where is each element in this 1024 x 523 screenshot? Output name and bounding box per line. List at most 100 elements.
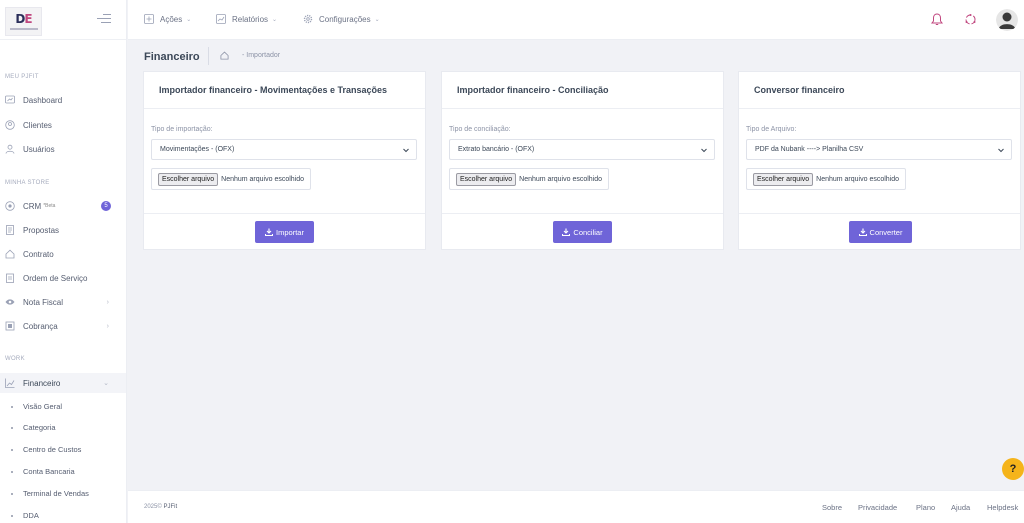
sidebar-item-label: Cobrança [23,321,58,331]
dashboard-icon [5,95,15,105]
chevron-down-icon [700,146,708,156]
field-label: Tipo de conciliação: [449,126,511,133]
section-title-store: MINHA STORE [5,180,50,186]
file-status: Nenhum arquivo escolhido [221,175,305,183]
section-title-work: WORK [5,356,25,362]
crm-icon [5,201,15,211]
footer-link-plano[interactable]: Plano [916,503,935,512]
card-conversor-financeiro: Conversor financeiro Tipo de Arquivo: PD… [738,71,1021,250]
menu-toggle-icon[interactable] [97,14,111,26]
submenu-item-visao-geral[interactable]: Visão Geral [11,402,62,411]
sidebar-item-label: Contrato [23,249,54,259]
sidebar-item-label: Financeiro [23,378,61,388]
title-divider [208,47,209,65]
choose-file-button[interactable]: Escolher arquivo [158,172,219,186]
choose-file-button[interactable]: Escolher arquivo [753,172,814,186]
file-input[interactable]: Escolher arquivo Nenhum arquivo escolhid… [151,168,312,190]
footer-link-sobre[interactable]: Sobre [822,503,842,512]
chevron-down-icon: ⌄ [103,380,109,387]
footer-link-privacidade[interactable]: Privacidade [858,503,897,512]
sidebar-item-propostas[interactable]: Propostas [0,220,126,240]
field-label: Tipo de importação: [151,126,213,133]
house-icon [5,249,15,259]
sidebar-item-usuarios[interactable]: Usuários [0,139,126,159]
crm-label: CRM [23,201,42,211]
submenu-item-terminal-vendas[interactable]: Terminal de Vendas [11,489,89,498]
sidebar-item-dashboard[interactable]: Dashboard [0,90,126,110]
sidebar-item-crm[interactable]: CRM *Beta 5 [0,196,126,216]
sidebar-item-label: Dashboard [23,95,63,105]
card-title: Importador financeiro - Conciliação [442,72,723,109]
choose-file-button[interactable]: Escolher arquivo [456,172,517,186]
refresh-icon[interactable] [964,13,977,28]
topbar: Ações ⌄ Relatórios ⌄ Configurações ⌄ [128,0,1024,40]
sidebar-item-ordem-servico[interactable]: Ordem de Serviço [0,268,126,288]
field-label: Tipo de Arquivo: [746,126,797,133]
file-input[interactable]: Escolher arquivo Nenhum arquivo escolhid… [746,168,907,190]
sidebar-item-label: Usuários [23,144,55,154]
footer-brand-link[interactable]: PJFit [163,504,177,510]
document-icon [5,225,15,235]
help-button[interactable]: ? [1002,458,1024,480]
sidebar-item-label: Propostas [23,225,60,235]
download-icon [265,228,274,236]
submenu-item-categoria[interactable]: Categoria [11,423,56,432]
beta-tag: *Beta [43,203,56,209]
page-title: Financeiro [144,51,200,63]
converter-button[interactable]: Converter [849,221,912,243]
chevron-right-icon: › [106,298,109,306]
gear-icon [303,14,313,24]
download-icon [562,228,571,236]
section-title-meu: MEU PJFIT [5,74,39,80]
brand-logo[interactable]: DE [5,7,42,36]
file-type-select[interactable]: PDF da Nubank ----> Planilha CSV [746,139,1012,160]
footer-link-ajuda[interactable]: Ajuda [951,503,970,512]
footer: 2025© PJFit Sobre Privacidade Plano Ajud… [128,490,1024,523]
clients-icon [5,120,15,130]
menu-acoes[interactable]: Ações ⌄ [144,14,191,24]
file-status: Nenhum arquivo escolhido [519,175,603,183]
chevron-down-icon [402,146,410,156]
eye-icon [5,297,15,307]
notification-bell-icon[interactable] [931,13,943,28]
menu-relatorios[interactable]: Relatórios ⌄ [216,14,277,24]
users-icon [5,144,15,154]
download-icon [858,228,867,236]
submenu-item-dda[interactable]: DDA [11,511,39,520]
plus-square-icon [144,14,154,24]
importar-button[interactable]: Importar [255,221,314,243]
footer-link-helpdesk[interactable]: Helpdesk [987,503,1018,512]
chevron-down-icon [997,146,1005,156]
sidebar-item-clientes[interactable]: Clientes [0,115,126,135]
import-type-select[interactable]: Movimentações - (OFX) [151,139,417,160]
report-icon [216,14,226,24]
sidebar-item-financeiro[interactable]: Financeiro ⌄ [0,373,126,393]
conciliar-button[interactable]: Conciliar [553,221,612,243]
clipboard-icon [5,273,15,283]
submenu-item-conta-bancaria[interactable]: Conta Bancaria [11,467,75,476]
sidebar-item-contrato[interactable]: Contrato [0,244,126,264]
copyright: 2025© PJFit [144,504,178,510]
breadcrumb: - Importador [242,52,281,59]
reconciliation-type-select[interactable]: Extrato bancário - (OFX) [449,139,715,160]
sidebar-item-label: Clientes [23,120,52,130]
sidebar-item-label: Ordem de Serviço [23,273,88,283]
menu-configuracoes[interactable]: Configurações ⌄ [303,14,380,24]
user-avatar[interactable] [996,9,1018,31]
sidebar: DE MEU PJFIT Dashboard Clientes Usuários… [0,0,127,523]
file-status: Nenhum arquivo escolhido [816,175,900,183]
card-title: Importador financeiro - Movimentações e … [144,72,425,109]
breadcrumb-current: Importador [246,52,281,59]
card-importador-movimentacoes: Importador financeiro - Movimentações e … [143,71,426,250]
chart-line-icon [5,378,15,388]
card-title: Conversor financeiro [739,72,1020,109]
sidebar-item-nota-fiscal[interactable]: Nota Fiscal › [0,292,126,312]
submenu-item-centro-custos[interactable]: Centro de Custos [11,445,81,454]
crm-count-badge: 5 [101,201,111,211]
file-input[interactable]: Escolher arquivo Nenhum arquivo escolhid… [449,168,610,190]
home-icon[interactable] [220,51,229,62]
sidebar-item-cobranca[interactable]: Cobrança › [0,316,126,336]
card-importador-conciliacao: Importador financeiro - Conciliação Tipo… [441,71,724,250]
chevron-right-icon: › [106,322,109,330]
invoice-icon [5,321,15,331]
